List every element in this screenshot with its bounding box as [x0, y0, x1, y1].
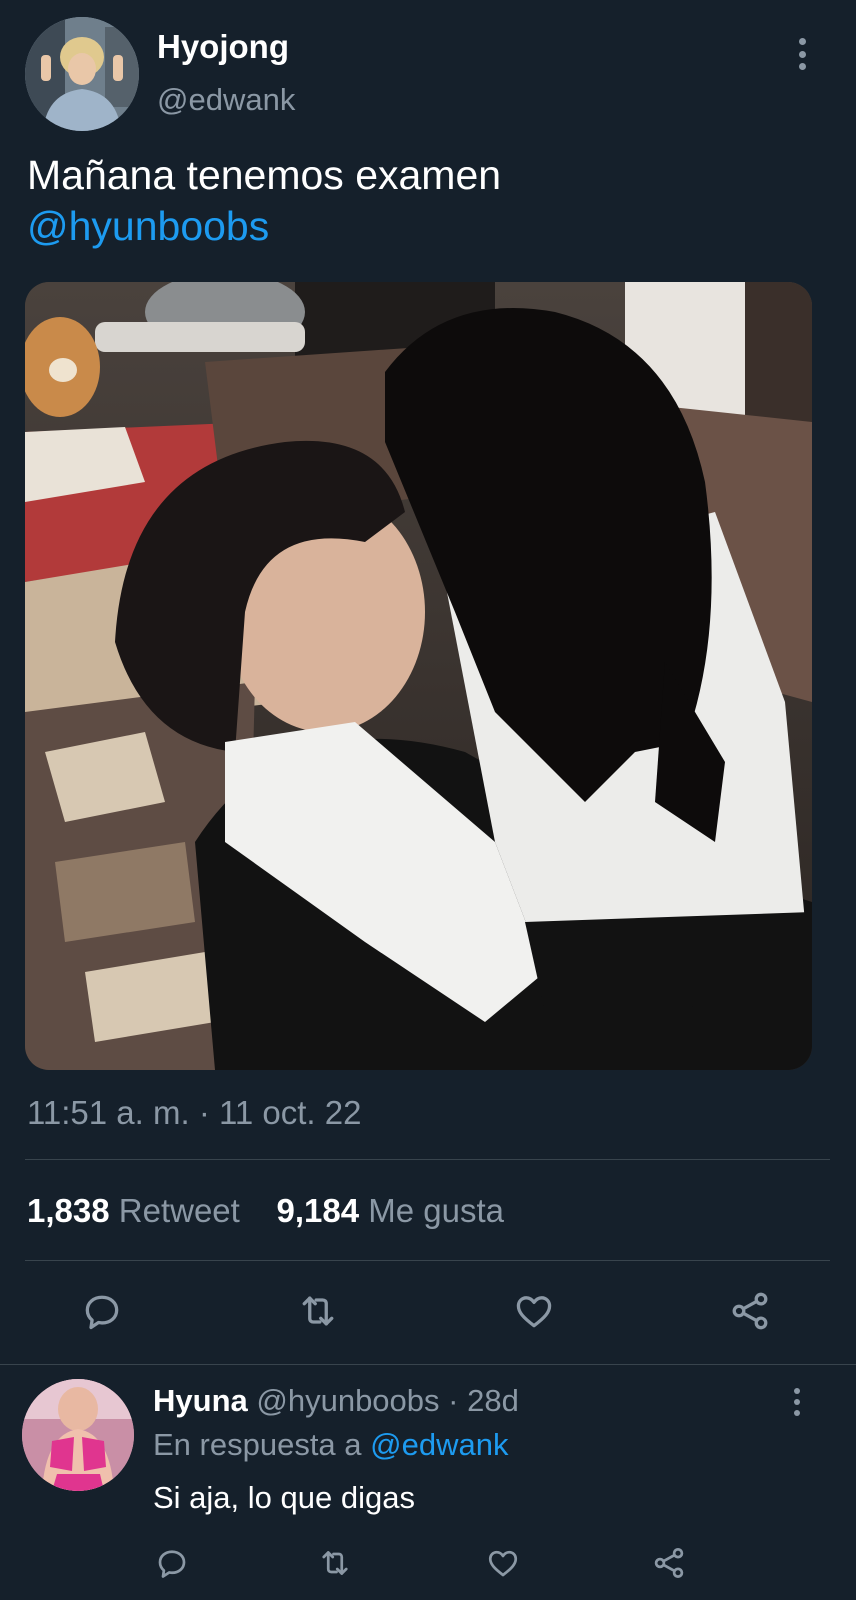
like-count[interactable]: 9,184 — [277, 1192, 360, 1229]
reply-age: · 28d — [448, 1383, 519, 1418]
tweet-stats: 1,838 Retweet 9,184 Me gusta — [27, 1192, 504, 1230]
reply-context-prefix: En respuesta a — [153, 1427, 362, 1462]
retweet-count[interactable]: 1,838 — [27, 1192, 110, 1229]
reply-author-display-name[interactable]: Hyuna — [153, 1383, 248, 1418]
more-options-icon[interactable] — [795, 38, 809, 70]
reply-share-icon[interactable] — [647, 1541, 691, 1585]
tweet-separator — [0, 1364, 856, 1365]
tweet-timestamp[interactable]: 11:51 a. m. · 11 oct. 22 — [27, 1094, 361, 1132]
author-avatar[interactable] — [25, 17, 139, 131]
reply-more-options-icon[interactable] — [791, 1388, 803, 1416]
share-icon[interactable] — [723, 1284, 777, 1338]
retweet-icon[interactable] — [291, 1284, 345, 1338]
tweet-text: Mañana tenemos examen @hyunboobs — [27, 150, 827, 252]
reply-header: Hyuna @hyunboobs · 28d — [153, 1383, 519, 1419]
reply-icon[interactable] — [75, 1284, 129, 1338]
retweet-label[interactable]: Retweet — [119, 1192, 240, 1229]
divider — [25, 1260, 830, 1261]
reply-author-avatar[interactable] — [22, 1379, 134, 1491]
reply-reply-icon[interactable] — [150, 1541, 194, 1585]
author-handle[interactable]: @edwank — [157, 82, 295, 118]
reply-context: En respuesta a @edwank — [153, 1427, 508, 1463]
author-display-name[interactable]: Hyojong — [157, 28, 289, 66]
divider — [25, 1159, 830, 1160]
reply-like-icon[interactable] — [481, 1541, 525, 1585]
tweet-body: Mañana tenemos examen — [27, 152, 502, 198]
reply-context-mention[interactable]: @edwank — [370, 1427, 508, 1462]
reply-retweet-icon[interactable] — [313, 1541, 357, 1585]
reply-text: Si aja, lo que digas — [153, 1480, 415, 1515]
like-icon[interactable] — [507, 1284, 561, 1338]
like-label[interactable]: Me gusta — [368, 1192, 504, 1229]
tweet-mention-link[interactable]: @hyunboobs — [27, 201, 827, 252]
tweet-photo[interactable] — [25, 282, 812, 1070]
reply-author-handle[interactable]: @hyunboobs — [256, 1383, 439, 1418]
